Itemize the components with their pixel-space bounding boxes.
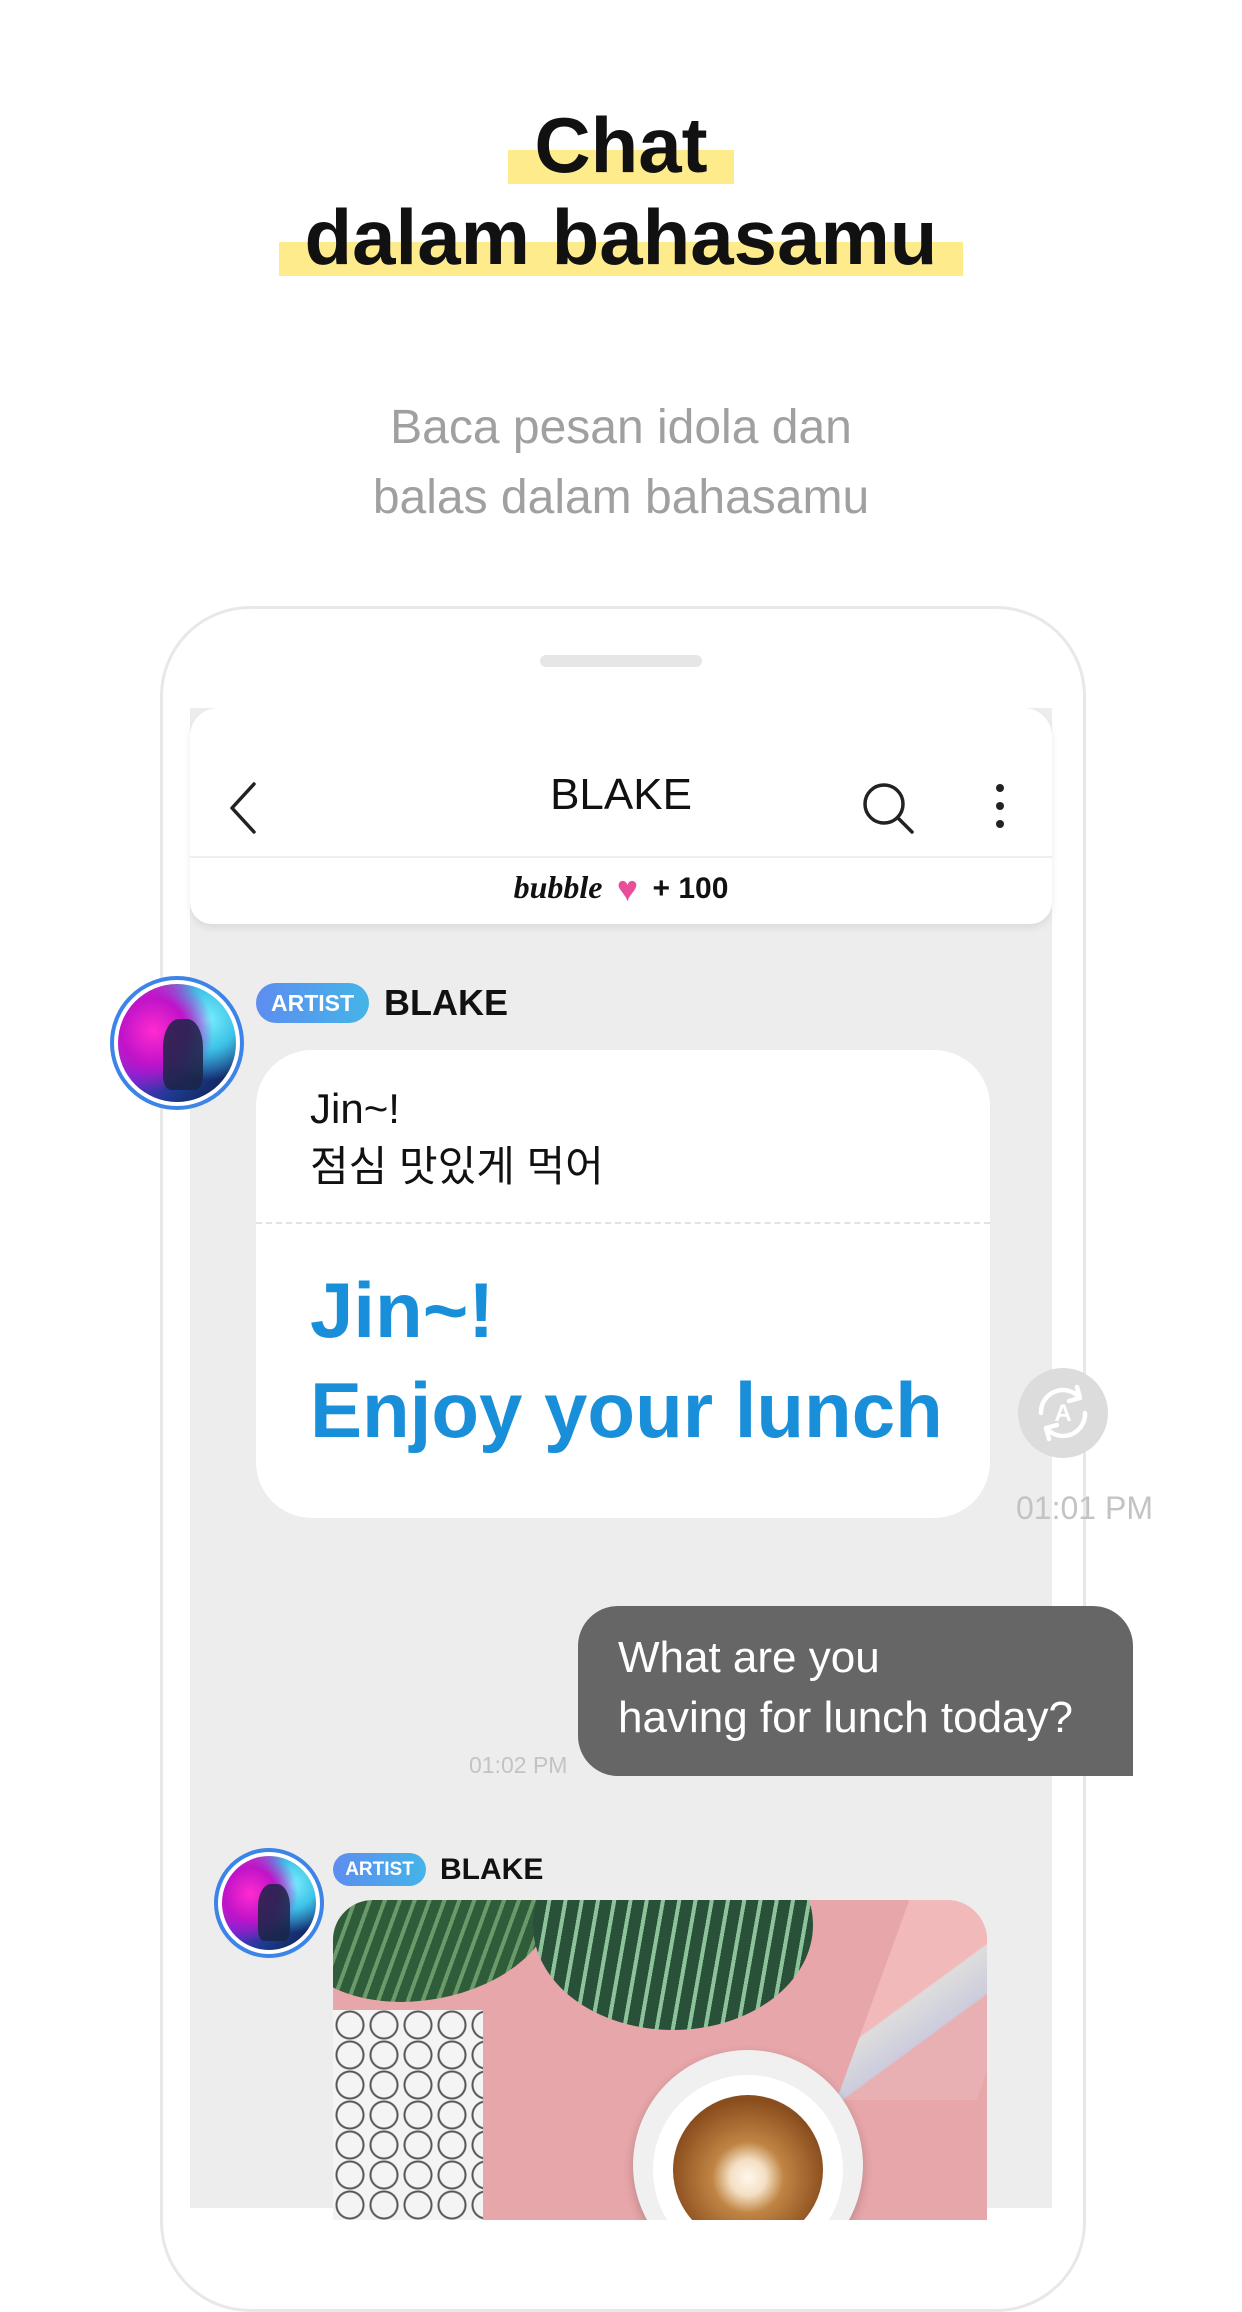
artist-badge: ARTIST: [256, 983, 369, 1023]
artist-badge-2: ARTIST: [333, 1853, 426, 1886]
photo-message[interactable]: [333, 1900, 987, 2220]
outgoing-line2: having for lunch today?: [618, 1693, 1073, 1742]
translate-button[interactable]: A: [1018, 1368, 1108, 1458]
more-icon[interactable]: [994, 782, 1006, 835]
headline-2: dalam bahasamu: [0, 192, 1242, 282]
svg-text:A: A: [1054, 1400, 1071, 1427]
translation-divider: [256, 1222, 990, 1224]
message-card: Jin~! 점심 맛있게 먹어 Jin~! Enjoy your lunch: [256, 1050, 990, 1518]
original-line1: Jin~!: [310, 1085, 400, 1132]
outgoing-bubble: What are you having for lunch today?: [578, 1606, 1133, 1776]
sender-name-2: BLAKE: [440, 1853, 544, 1886]
headline: Chat: [0, 100, 1242, 190]
subtitle-line2: balas dalam bahasamu: [372, 471, 870, 524]
chat-header: BLAKE bubble ♥ + 100: [190, 708, 1052, 924]
chat-title: BLAKE: [550, 770, 692, 819]
avatar[interactable]: [110, 976, 244, 1110]
header-divider: [190, 856, 1052, 858]
heart-icon: ♥: [616, 868, 639, 909]
original-message: Jin~! 점심 맛있게 먹어: [310, 1080, 604, 1196]
avatar-2[interactable]: [214, 1848, 324, 1958]
sender-name: BLAKE: [384, 982, 508, 1023]
bubble-brand: bubble: [513, 869, 603, 905]
translated-line2: Enjoy your lunch: [310, 1366, 943, 1454]
message-time: 01:01 PM: [1016, 1490, 1153, 1526]
avatar-image-2: [222, 1856, 316, 1950]
headline-line1: Chat: [508, 100, 735, 190]
translate-icon: A: [1027, 1377, 1099, 1454]
photo-leaf: [333, 1900, 565, 2022]
bubble-points-row: bubble ♥ + 100: [190, 868, 1052, 910]
outgoing-line1: What are you: [618, 1633, 880, 1682]
photo-tile-pattern: [333, 2010, 483, 2220]
headline-line2: dalam bahasamu: [278, 192, 964, 282]
bubble-points: + 100: [652, 872, 729, 905]
phone-speaker: [540, 655, 702, 667]
outgoing-time: 01:02 PM: [469, 1752, 568, 1778]
subtitle-line1: Baca pesan idola dan: [390, 401, 852, 454]
photo-window: [836, 1900, 987, 2100]
original-line2: 점심 맛있게 먹어: [310, 1143, 604, 1190]
photo-leaf-2: [533, 1900, 813, 2030]
search-icon[interactable]: [860, 780, 916, 841]
translated-line1: Jin~!: [310, 1266, 495, 1354]
avatar-image: [118, 984, 236, 1102]
translated-message: Jin~! Enjoy your lunch: [310, 1260, 943, 1460]
